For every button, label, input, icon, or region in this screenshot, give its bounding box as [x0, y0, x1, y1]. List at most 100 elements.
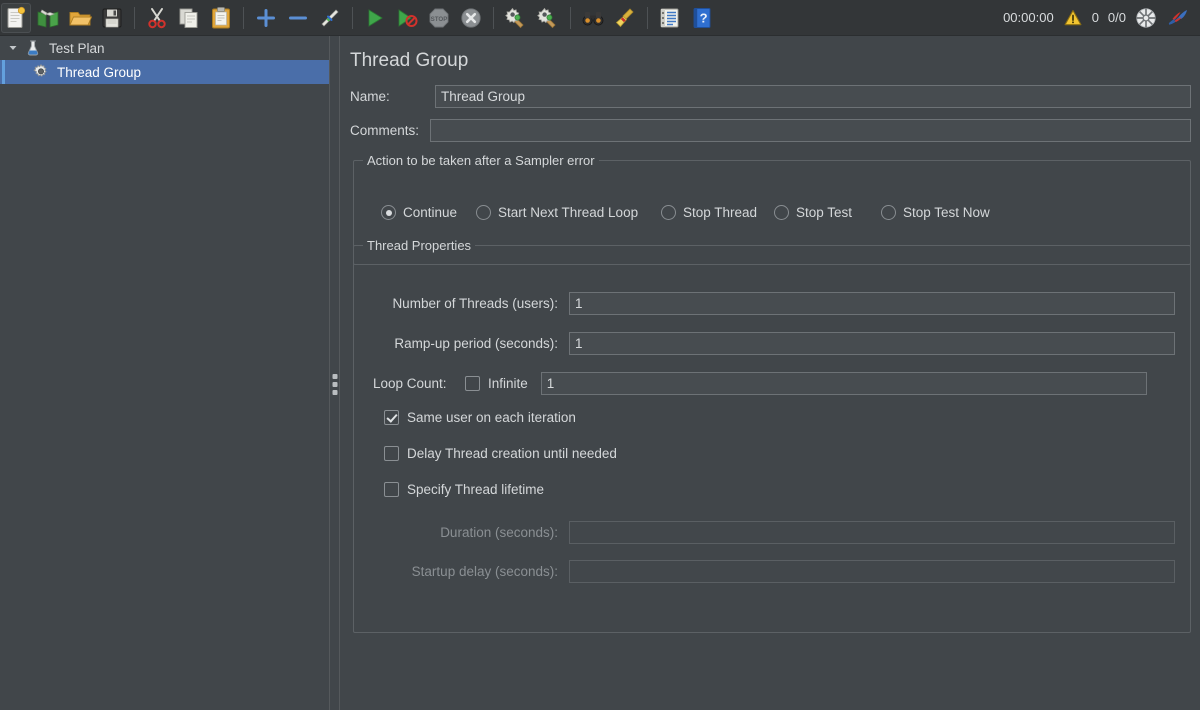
- minus-icon: [286, 6, 310, 30]
- jmeter-window: STOP ? 00:00:00 0 0/0 Test Plan Thread G…: [0, 0, 1200, 710]
- name-label: Name:: [350, 89, 390, 104]
- toolbar-separator-6: [647, 6, 648, 29]
- comments-row: Comments:: [350, 119, 1191, 142]
- radio-label: Stop Test Now: [903, 205, 990, 220]
- num-threads-input[interactable]: [569, 292, 1175, 315]
- play-green-icon: [363, 6, 387, 30]
- pane-splitter[interactable]: [329, 36, 340, 710]
- play-no-pauses-icon: [395, 6, 419, 30]
- radio-stop-test-now[interactable]: Stop Test Now: [881, 205, 990, 220]
- help-button[interactable]: ?: [687, 3, 717, 33]
- log-viewer-icon: [658, 6, 682, 30]
- specify-lifetime-checkbox[interactable]: Specify Thread lifetime: [384, 482, 544, 497]
- clear-button[interactable]: [610, 3, 640, 33]
- radio-label: Start Next Thread Loop: [498, 205, 639, 220]
- name-row: Name:: [350, 85, 1191, 108]
- remote-stop-all-button[interactable]: [533, 3, 563, 33]
- jmeter-feather-icon: [1166, 7, 1190, 29]
- paste-button[interactable]: [206, 3, 236, 33]
- save-button[interactable]: [97, 3, 127, 33]
- radio-stop-test[interactable]: Stop Test: [774, 205, 852, 220]
- radio-continue[interactable]: Continue: [381, 205, 457, 220]
- search-button[interactable]: [578, 3, 608, 33]
- radio-label: Stop Test: [796, 205, 853, 220]
- num-threads-row: Number of Threads (users):: [373, 292, 1175, 315]
- delay-thread-checkbox[interactable]: Delay Thread creation until needed: [384, 446, 617, 461]
- radio-indicator: [661, 205, 676, 220]
- startup-delay-label: Startup delay (seconds):: [411, 564, 558, 579]
- binoculars-search-icon: [581, 6, 605, 30]
- num-threads-label: Number of Threads (users):: [392, 296, 558, 311]
- templates-books-icon: [36, 6, 60, 30]
- tree-item-thread-group[interactable]: Thread Group: [0, 60, 329, 84]
- toolbar-remote-group: [500, 3, 564, 33]
- cut-button[interactable]: [142, 3, 172, 33]
- toolbar-edit-group: [141, 3, 237, 33]
- remote-start-all-button[interactable]: [501, 3, 531, 33]
- broom-clear-icon: [613, 6, 637, 30]
- startup-delay-input: [569, 560, 1175, 583]
- stop-button[interactable]: STOP: [424, 3, 454, 33]
- loop-count-input[interactable]: [540, 372, 1147, 395]
- checkbox-indicator: [384, 446, 399, 461]
- sampler-error-legend: Action to be taken after a Sampler error: [363, 153, 599, 168]
- checkbox-label: Specify Thread lifetime: [407, 482, 545, 497]
- copy-pages-icon: [177, 6, 201, 30]
- loop-infinite-checkbox[interactable]: Infinite: [465, 376, 528, 391]
- test-plan-tree[interactable]: Test Plan Thread Group: [0, 36, 329, 710]
- log-button[interactable]: [655, 3, 685, 33]
- warning-triangle-icon[interactable]: [1063, 8, 1083, 28]
- open-button[interactable]: [65, 3, 95, 33]
- expand-all-button[interactable]: [251, 3, 281, 33]
- toolbar-separator-5: [570, 6, 571, 29]
- duration-row: Duration (seconds):: [373, 521, 1175, 544]
- name-input[interactable]: [435, 85, 1191, 108]
- tree-item-label: Thread Group: [57, 64, 142, 80]
- chevron-down-icon[interactable]: [4, 36, 22, 60]
- thread-properties-group: Thread Properties Number of Threads (use…: [353, 238, 1191, 633]
- checkbox-label: Same user on each iteration: [407, 410, 576, 425]
- copy-button[interactable]: [174, 3, 204, 33]
- save-floppy-icon: [100, 6, 124, 30]
- duration-label: Duration (seconds):: [440, 525, 558, 540]
- loop-count-row: Loop Count: Infinite: [373, 372, 1147, 395]
- shutdown-x-icon: [459, 6, 483, 30]
- svg-text:?: ?: [700, 10, 708, 25]
- new-button[interactable]: [1, 2, 31, 33]
- toggle-button[interactable]: [315, 3, 345, 33]
- radio-indicator: [774, 205, 789, 220]
- collapse-all-button[interactable]: [283, 3, 313, 33]
- toolbar-separator-3: [352, 6, 353, 29]
- radio-stop-thread[interactable]: Stop Thread: [661, 205, 757, 220]
- radio-indicator: [881, 205, 896, 220]
- stop-sign-icon: STOP: [427, 6, 451, 30]
- comments-label: Comments:: [350, 123, 420, 138]
- svg-text:STOP: STOP: [431, 16, 448, 23]
- radio-indicator: [476, 205, 491, 220]
- connection-globe-icon[interactable]: [1135, 7, 1157, 29]
- tree-item-label: Test Plan: [49, 40, 105, 56]
- radio-start-next-thread-loop[interactable]: Start Next Thread Loop: [476, 205, 638, 220]
- radio-label: Continue: [403, 205, 458, 220]
- splitter-handle[interactable]: [332, 374, 337, 395]
- warning-count: 0: [1091, 10, 1099, 25]
- toolbar-separator-4: [493, 6, 494, 29]
- checkbox-indicator: [384, 482, 399, 497]
- toolbar-separator-2: [243, 6, 244, 29]
- same-user-checkbox[interactable]: Same user on each iteration: [384, 410, 576, 425]
- toolbar-file-group: [0, 2, 128, 33]
- templates-button[interactable]: [33, 3, 63, 33]
- selection-indicator: [2, 60, 5, 84]
- status-area: 00:00:00 0 0/0: [1003, 7, 1200, 29]
- shutdown-button[interactable]: [456, 3, 486, 33]
- ramp-up-input[interactable]: [569, 332, 1175, 355]
- tree-item-test-plan[interactable]: Test Plan: [0, 36, 329, 60]
- checkbox-indicator: [465, 376, 480, 391]
- start-button[interactable]: [360, 3, 390, 33]
- remote-start-gear-icon: [504, 6, 528, 30]
- comments-input[interactable]: [430, 119, 1191, 142]
- start-no-pauses-button[interactable]: [392, 3, 422, 33]
- main-toolbar: STOP ? 00:00:00 0 0/0: [0, 0, 1200, 36]
- plus-icon: [254, 6, 278, 30]
- thread-properties-legend: Thread Properties: [363, 238, 476, 253]
